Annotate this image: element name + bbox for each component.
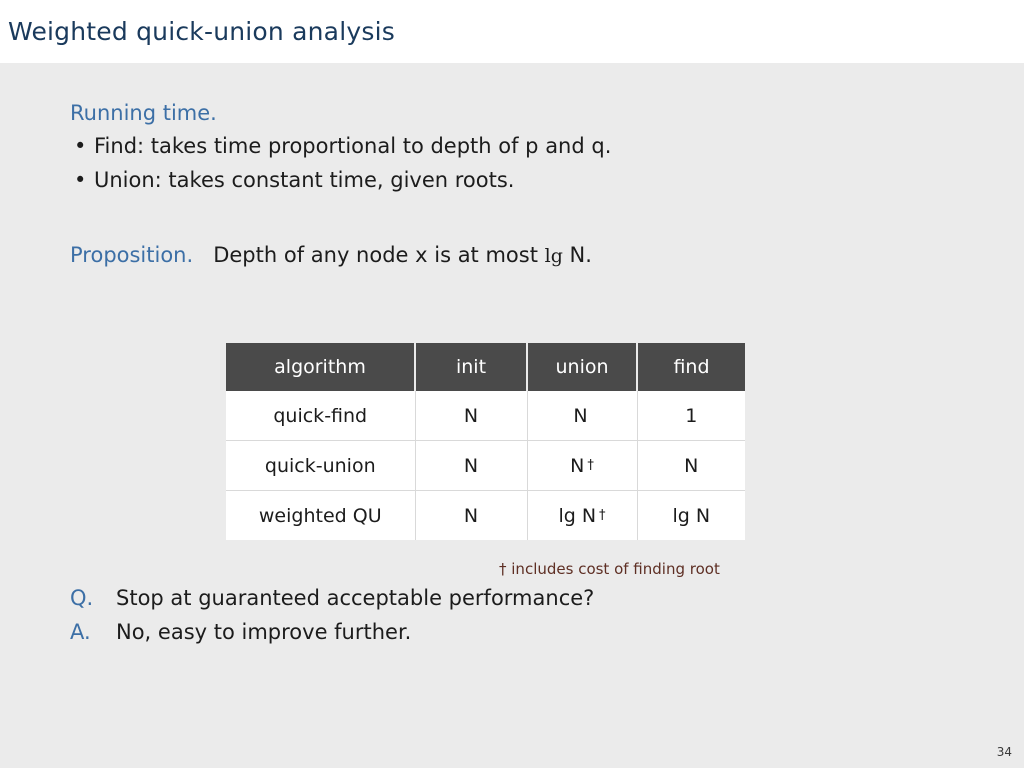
cell-find: 1 (637, 391, 745, 441)
cell-init: N (415, 391, 528, 441)
table-row: quick-union N N † N (226, 440, 745, 491)
dagger-marker: † (599, 508, 606, 524)
page-number: 34 (996, 745, 1012, 759)
column-header-init: init (415, 343, 528, 391)
dagger-marker: † (587, 458, 594, 474)
question-row: Q. Stop at guaranteed acceptable perform… (70, 581, 770, 615)
slide-header-bar: Weighted quick-union analysis (0, 0, 1024, 63)
cell-algorithm: quick-find (226, 391, 416, 441)
answer-row: A. No, easy to improve further. (70, 615, 770, 649)
proposition-math-lg: lg (544, 245, 563, 267)
cell-find: N (637, 440, 745, 491)
cell-union-value: N (570, 454, 585, 477)
list-item: • Find: takes time proportional to depth… (70, 130, 770, 162)
cell-init: N (415, 490, 528, 540)
cell-find: lg N (637, 490, 745, 540)
bullet-icon: • (74, 168, 87, 192)
cell-algorithm: weighted QU (226, 490, 416, 540)
proposition-text-suffix: N. (562, 243, 592, 267)
cell-union: N (527, 391, 638, 441)
proposition-text: Depth of any node x is at most (213, 243, 545, 267)
cell-union-value: lg N (558, 504, 597, 527)
question-text: Stop at guaranteed acceptable performanc… (116, 586, 595, 610)
column-header-algorithm: algorithm (226, 343, 416, 391)
answer-text: No, easy to improve further. (116, 620, 412, 644)
proposition-label: Proposition. (70, 243, 194, 267)
cell-init: N (415, 440, 528, 491)
running-time-section: Running time. • Find: takes time proport… (70, 99, 770, 196)
running-time-heading: Running time. (70, 101, 217, 125)
list-item-label: Union: takes constant time, given roots. (94, 168, 515, 192)
column-header-find: find (637, 343, 745, 391)
page-title: Weighted quick-union analysis (8, 17, 395, 46)
table-row: weighted QU N lg N † lg N (226, 490, 745, 540)
column-header-union: union (527, 343, 638, 391)
cell-union-value: N (573, 404, 588, 427)
proposition-statement: Proposition. Depth of any node x is at m… (70, 240, 592, 271)
question-label: Q. (70, 586, 94, 610)
qa-section: Q. Stop at guaranteed acceptable perform… (70, 581, 770, 649)
cell-algorithm: quick-union (226, 440, 416, 491)
algorithm-cost-table: algorithm init union find quick-find N N… (226, 343, 745, 540)
bullet-icon: • (74, 134, 87, 158)
table-footnote: † includes cost of finding root (499, 560, 720, 578)
cell-union: lg N † (527, 490, 638, 540)
table-row: quick-find N N 1 (226, 391, 745, 441)
cell-union: N † (527, 440, 638, 491)
list-item-label: Find: takes time proportional to depth o… (94, 134, 612, 158)
slide-body: Running time. • Find: takes time proport… (0, 63, 1024, 768)
answer-label: A. (70, 620, 91, 644)
list-item: • Union: takes constant time, given root… (70, 164, 770, 196)
table-header-row: algorithm init union find (226, 343, 745, 391)
